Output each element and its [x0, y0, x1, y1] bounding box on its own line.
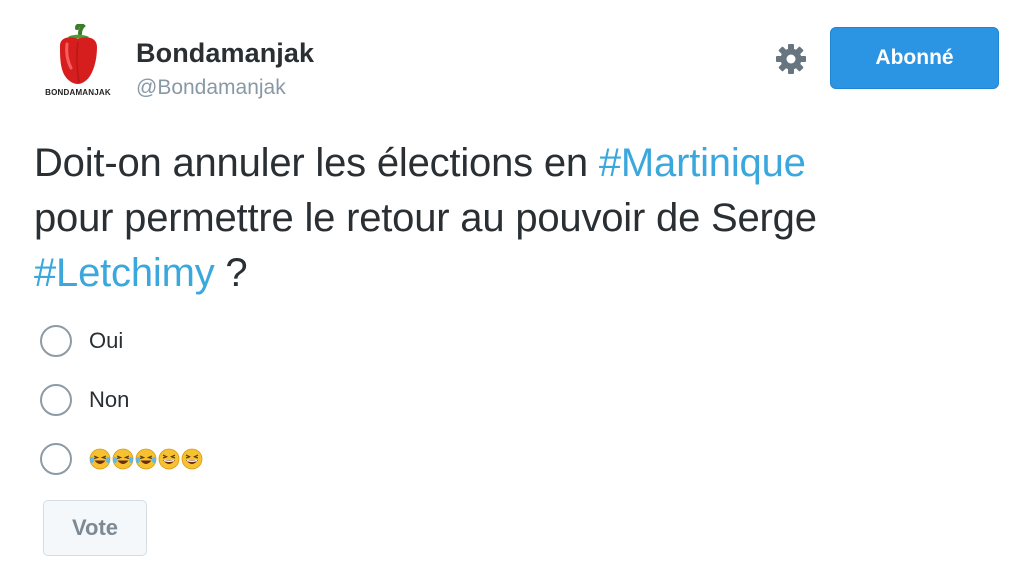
gear-icon[interactable]	[774, 42, 808, 76]
poll-option-emoji-label	[89, 448, 203, 470]
poll-radio[interactable]	[40, 443, 72, 475]
poll-option-oui[interactable]: Oui	[40, 325, 123, 357]
hashtag-martinique[interactable]: #Martinique	[599, 141, 806, 185]
avatar-caption: BONDAMANJAK	[45, 88, 111, 97]
grinning-squint-emoji-icon	[181, 448, 203, 470]
hashtag-letchimy[interactable]: #Letchimy	[34, 251, 215, 295]
avatar[interactable]: BONDAMANJAK	[36, 24, 120, 108]
author-display-name[interactable]: Bondamanjak	[136, 38, 314, 69]
laughing-tears-emoji-icon	[89, 448, 111, 470]
laughing-tears-emoji-icon	[112, 448, 134, 470]
author-handle[interactable]: @Bondamanjak	[136, 76, 286, 100]
tweet-text-segment: pour permettre le retour au pouvoir de S…	[34, 196, 817, 240]
poll-option-non[interactable]: Non	[40, 384, 129, 416]
tweet-text: Doit-on annuler les élections en #Martin…	[34, 136, 974, 301]
tweet-card: BONDAMANJAK Bondamanjak @Bondamanjak Abo…	[0, 0, 1024, 581]
tweet-text-segment: ?	[214, 251, 248, 295]
grinning-squint-emoji-icon	[158, 448, 180, 470]
vote-button[interactable]: Vote	[43, 500, 147, 556]
poll-radio[interactable]	[40, 325, 72, 357]
tweet-text-segment: Doit-on annuler les élections en	[34, 141, 599, 185]
poll-option-emoji[interactable]	[40, 443, 203, 475]
laughing-tears-emoji-icon	[135, 448, 157, 470]
red-pepper-icon	[60, 24, 97, 84]
following-button[interactable]: Abonné	[830, 27, 999, 89]
poll-option-label: Oui	[89, 328, 124, 353]
poll-radio[interactable]	[40, 384, 72, 416]
poll-option-label: Non	[89, 387, 130, 412]
